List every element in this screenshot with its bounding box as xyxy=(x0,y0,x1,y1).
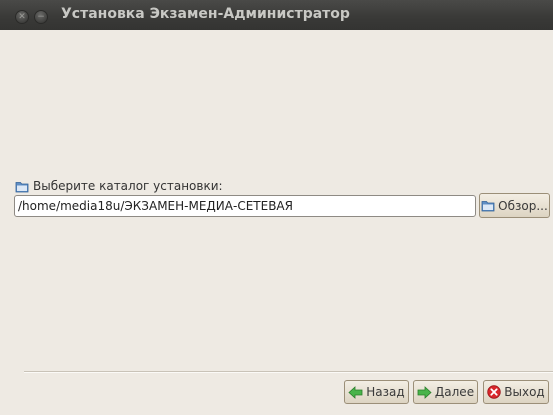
browse-button-label: Обзор... xyxy=(498,198,548,213)
title-bar[interactable]: ✕ − Установка Экзамен-Администратор xyxy=(0,0,553,30)
next-button-label: Далее xyxy=(434,385,475,399)
window-controls: ✕ − xyxy=(15,10,52,24)
arrow-right-icon xyxy=(417,385,432,399)
back-button[interactable]: Назад xyxy=(344,380,409,404)
folder-icon xyxy=(15,181,29,192)
exit-button-label: Выход xyxy=(504,385,545,399)
minimize-icon[interactable]: − xyxy=(34,10,48,24)
install-dir-label-row: Выберите каталог установки: xyxy=(15,177,223,195)
install-dir-label: Выберите каталог установки: xyxy=(33,179,223,193)
next-button[interactable]: Далее xyxy=(413,380,478,404)
install-path-input[interactable] xyxy=(14,195,476,217)
close-icon[interactable]: ✕ xyxy=(15,10,29,24)
back-button-label: Назад xyxy=(366,385,405,399)
window-title: Установка Экзамен-Администратор xyxy=(61,6,350,22)
close-circle-icon xyxy=(487,385,501,399)
exit-button[interactable]: Выход xyxy=(483,380,549,404)
browse-button[interactable]: Обзор... xyxy=(479,193,550,218)
folder-icon xyxy=(481,201,495,212)
installer-window: ✕ − Установка Экзамен-Администратор Выбе… xyxy=(0,0,553,415)
footer-separator xyxy=(24,371,553,373)
arrow-left-icon xyxy=(348,385,363,399)
